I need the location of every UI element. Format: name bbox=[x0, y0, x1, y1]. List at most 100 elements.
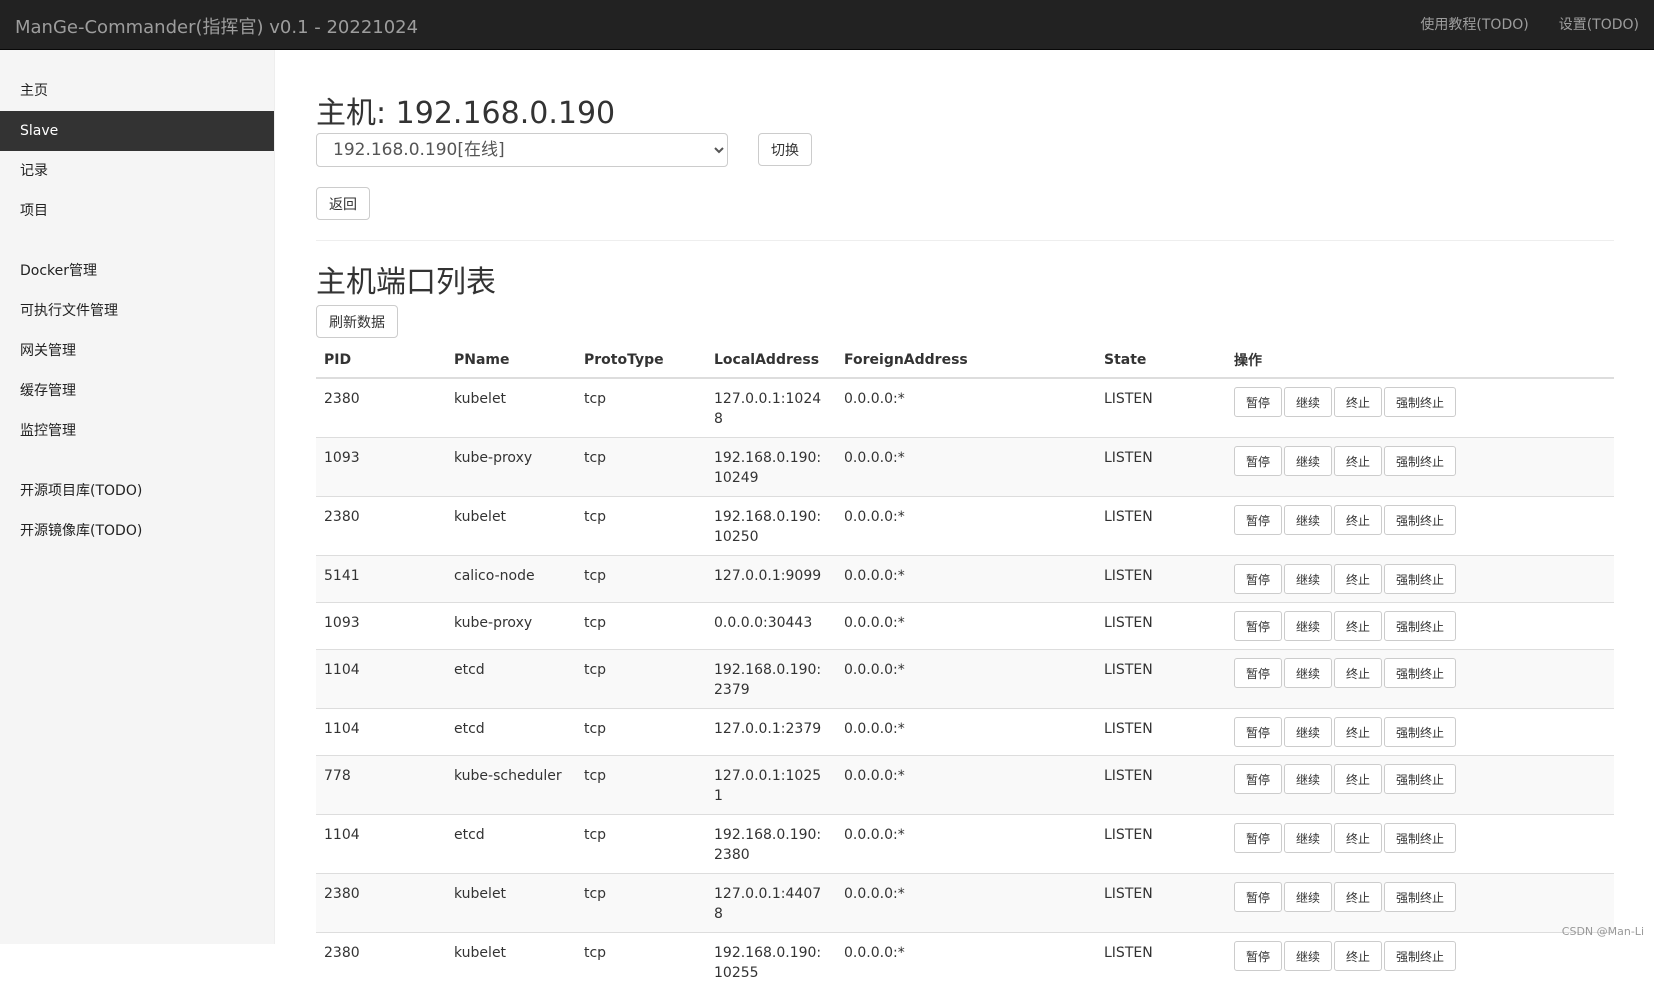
host-select[interactable]: 192.168.0.190[在线] bbox=[316, 133, 728, 167]
stop-button[interactable]: 终止 bbox=[1334, 505, 1382, 535]
stop-button[interactable]: 终止 bbox=[1334, 717, 1382, 747]
stop-button[interactable]: 终止 bbox=[1334, 658, 1382, 688]
col-header-pname: PName bbox=[446, 342, 576, 378]
sidebar-item-slave[interactable]: Slave bbox=[0, 111, 274, 151]
cell-pname: kubelet bbox=[446, 497, 576, 556]
pause-button[interactable]: 暂停 bbox=[1234, 882, 1282, 912]
table-row: 1093kube-proxytcp192.168.0.190:102490.0.… bbox=[316, 438, 1614, 497]
force-stop-button[interactable]: 强制终止 bbox=[1384, 658, 1456, 688]
cell-actions: 暂停继续终止强制终止 bbox=[1226, 497, 1614, 556]
cell-local-address: 127.0.0.1:10251 bbox=[706, 756, 836, 815]
sidebar-item-executables[interactable]: 可执行文件管理 bbox=[0, 291, 274, 331]
cell-state: LISTEN bbox=[1096, 438, 1226, 497]
cell-pid: 1093 bbox=[316, 603, 446, 650]
cell-prototype: tcp bbox=[576, 438, 706, 497]
force-stop-button[interactable]: 强制终止 bbox=[1384, 823, 1456, 853]
cell-pid: 2380 bbox=[316, 874, 446, 933]
back-button[interactable]: 返回 bbox=[316, 187, 370, 220]
table-row: 2380kubelettcp127.0.0.1:102480.0.0.0:*LI… bbox=[316, 378, 1614, 438]
force-stop-button[interactable]: 强制终止 bbox=[1384, 717, 1456, 747]
pause-button[interactable]: 暂停 bbox=[1234, 505, 1282, 535]
sidebar-item-gateway[interactable]: 网关管理 bbox=[0, 331, 274, 371]
resume-button[interactable]: 继续 bbox=[1284, 564, 1332, 594]
resume-button[interactable]: 继续 bbox=[1284, 387, 1332, 417]
pause-button[interactable]: 暂停 bbox=[1234, 611, 1282, 641]
cell-actions: 暂停继续终止强制终止 bbox=[1226, 709, 1614, 756]
cell-prototype: tcp bbox=[576, 756, 706, 815]
cell-prototype: tcp bbox=[576, 497, 706, 556]
pause-button[interactable]: 暂停 bbox=[1234, 387, 1282, 417]
table-header-row: PID PName ProtoType LocalAddress Foreign… bbox=[316, 342, 1614, 378]
pause-button[interactable]: 暂停 bbox=[1234, 446, 1282, 476]
force-stop-button[interactable]: 强制终止 bbox=[1384, 882, 1456, 912]
cell-prototype: tcp bbox=[576, 874, 706, 933]
sidebar-item-monitor[interactable]: 监控管理 bbox=[0, 411, 274, 451]
refresh-button[interactable]: 刷新数据 bbox=[316, 305, 398, 338]
pause-button[interactable]: 暂停 bbox=[1234, 717, 1282, 747]
force-stop-button[interactable]: 强制终止 bbox=[1384, 764, 1456, 794]
cell-foreign-address: 0.0.0.0:* bbox=[836, 815, 1096, 874]
pause-button[interactable]: 暂停 bbox=[1234, 941, 1282, 971]
cell-foreign-address: 0.0.0.0:* bbox=[836, 756, 1096, 815]
cell-prototype: tcp bbox=[576, 933, 706, 991]
sidebar-group-management: Docker管理 可执行文件管理 网关管理 缓存管理 监控管理 bbox=[0, 251, 274, 451]
resume-button[interactable]: 继续 bbox=[1284, 611, 1332, 641]
pause-button[interactable]: 暂停 bbox=[1234, 823, 1282, 853]
sidebar-item-home[interactable]: 主页 bbox=[0, 71, 274, 111]
resume-button[interactable]: 继续 bbox=[1284, 941, 1332, 971]
table-row: 1104etcdtcp192.168.0.190:23800.0.0.0:*LI… bbox=[316, 815, 1614, 874]
cell-foreign-address: 0.0.0.0:* bbox=[836, 438, 1096, 497]
force-stop-button[interactable]: 强制终止 bbox=[1384, 941, 1456, 971]
cell-local-address: 127.0.0.1:2379 bbox=[706, 709, 836, 756]
cell-actions: 暂停继续终止强制终止 bbox=[1226, 933, 1614, 991]
nav-link-tutorial[interactable]: 使用教程(TODO) bbox=[1405, 0, 1543, 50]
resume-button[interactable]: 继续 bbox=[1284, 882, 1332, 912]
force-stop-button[interactable]: 强制终止 bbox=[1384, 505, 1456, 535]
stop-button[interactable]: 终止 bbox=[1334, 564, 1382, 594]
col-header-foreign-address: ForeignAddress bbox=[836, 342, 1096, 378]
cell-actions: 暂停继续终止强制终止 bbox=[1226, 556, 1614, 603]
resume-button[interactable]: 继续 bbox=[1284, 446, 1332, 476]
app-title[interactable]: ManGe-Commander(指挥官) v0.1 - 20221024 bbox=[15, 13, 418, 39]
cell-state: LISTEN bbox=[1096, 497, 1226, 556]
cell-prototype: tcp bbox=[576, 815, 706, 874]
cell-prototype: tcp bbox=[576, 603, 706, 650]
resume-button[interactable]: 继续 bbox=[1284, 658, 1332, 688]
sidebar-item-records[interactable]: 记录 bbox=[0, 151, 274, 191]
switch-button[interactable]: 切换 bbox=[758, 133, 812, 166]
stop-button[interactable]: 终止 bbox=[1334, 764, 1382, 794]
stop-button[interactable]: 终止 bbox=[1334, 941, 1382, 971]
force-stop-button[interactable]: 强制终止 bbox=[1384, 387, 1456, 417]
pause-button[interactable]: 暂停 bbox=[1234, 658, 1282, 688]
cell-pname: kube-proxy bbox=[446, 438, 576, 497]
table-row: 1104etcdtcp192.168.0.190:23790.0.0.0:*LI… bbox=[316, 650, 1614, 709]
force-stop-button[interactable]: 强制终止 bbox=[1384, 611, 1456, 641]
cell-state: LISTEN bbox=[1096, 378, 1226, 438]
sidebar-item-open-images[interactable]: 开源镜像库(TODO) bbox=[0, 511, 274, 551]
resume-button[interactable]: 继续 bbox=[1284, 505, 1332, 535]
stop-button[interactable]: 终止 bbox=[1334, 882, 1382, 912]
force-stop-button[interactable]: 强制终止 bbox=[1384, 446, 1456, 476]
stop-button[interactable]: 终止 bbox=[1334, 823, 1382, 853]
sidebar-item-docker[interactable]: Docker管理 bbox=[0, 251, 274, 291]
force-stop-button[interactable]: 强制终止 bbox=[1384, 564, 1456, 594]
cell-prototype: tcp bbox=[576, 378, 706, 438]
pause-button[interactable]: 暂停 bbox=[1234, 564, 1282, 594]
cell-pid: 2380 bbox=[316, 497, 446, 556]
stop-button[interactable]: 终止 bbox=[1334, 611, 1382, 641]
resume-button[interactable]: 继续 bbox=[1284, 717, 1332, 747]
cell-pid: 2380 bbox=[316, 378, 446, 438]
sidebar-item-cache[interactable]: 缓存管理 bbox=[0, 371, 274, 411]
resume-button[interactable]: 继续 bbox=[1284, 823, 1332, 853]
sidebar-item-projects[interactable]: 项目 bbox=[0, 191, 274, 231]
ports-table-body: 2380kubelettcp127.0.0.1:102480.0.0.0:*LI… bbox=[316, 378, 1614, 991]
sidebar-item-open-projects[interactable]: 开源项目库(TODO) bbox=[0, 471, 274, 511]
nav-link-settings[interactable]: 设置(TODO) bbox=[1544, 0, 1654, 50]
col-header-state: State bbox=[1096, 342, 1226, 378]
stop-button[interactable]: 终止 bbox=[1334, 387, 1382, 417]
pause-button[interactable]: 暂停 bbox=[1234, 764, 1282, 794]
resume-button[interactable]: 继续 bbox=[1284, 764, 1332, 794]
col-header-pid: PID bbox=[316, 342, 446, 378]
stop-button[interactable]: 终止 bbox=[1334, 446, 1382, 476]
cell-state: LISTEN bbox=[1096, 556, 1226, 603]
